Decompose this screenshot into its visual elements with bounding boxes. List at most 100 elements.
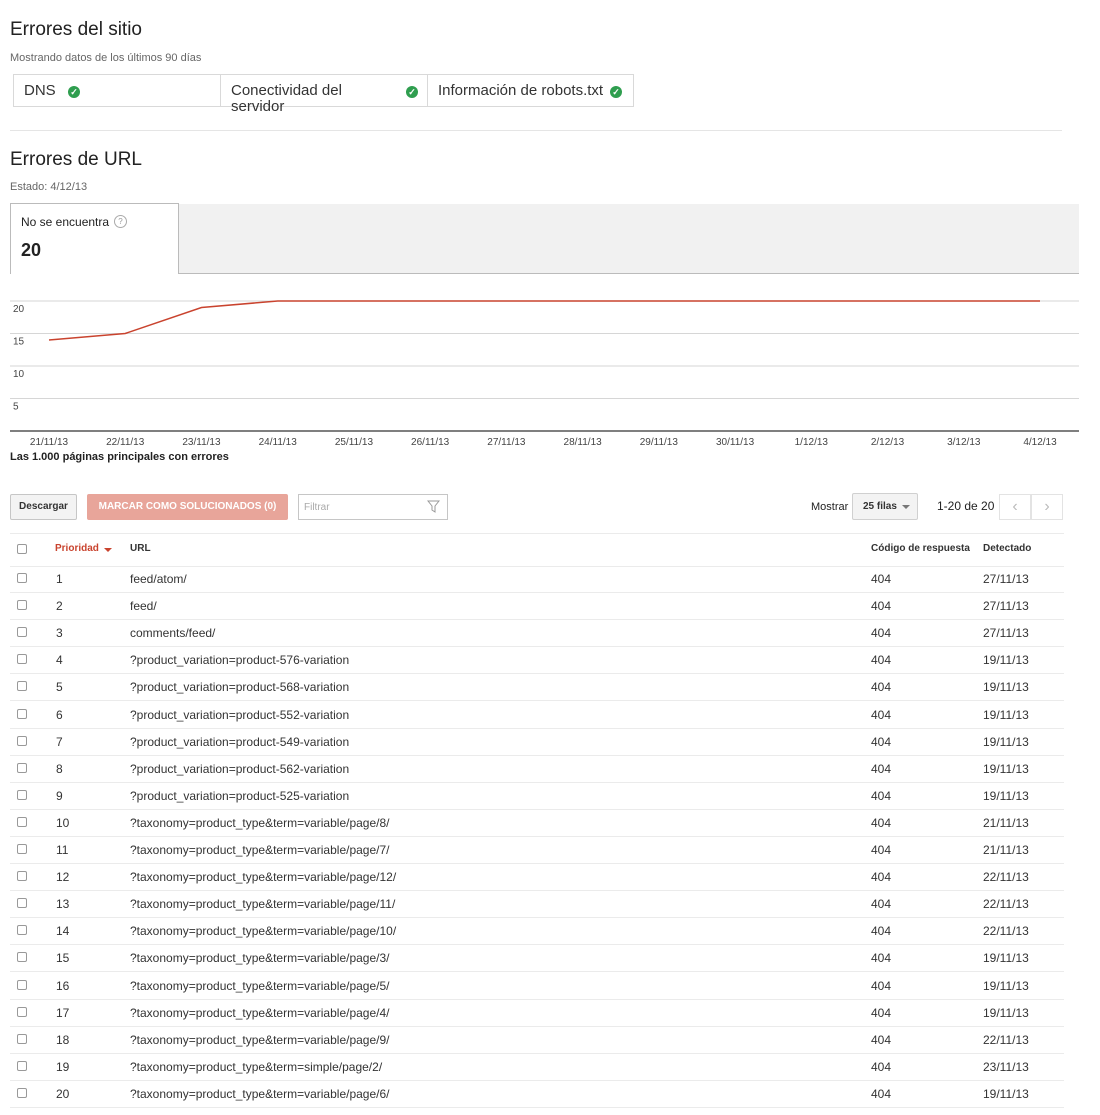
chart-x-tick-label: 26/11/13	[411, 437, 450, 448]
response-code-column-header[interactable]: Código de respuesta	[871, 543, 970, 554]
row-url[interactable]: ?taxonomy=product_type&term=variable/pag…	[130, 924, 396, 938]
filter-input-box[interactable]: Filtrar	[298, 494, 448, 520]
row-url[interactable]: ?taxonomy=product_type&term=variable/pag…	[130, 979, 390, 993]
row-checkbox[interactable]	[17, 573, 27, 583]
row-detected-date: 19/11/13	[983, 951, 1029, 966]
table-row[interactable]: 10 ?taxonomy=product_type&term=variable/p…	[10, 809, 1064, 837]
detected-column-header[interactable]: Detectado	[983, 543, 1031, 554]
table-row[interactable]: 11 ?taxonomy=product_type&term=variable/p…	[10, 836, 1064, 864]
table-row[interactable]: 14 ?taxonomy=product_type&term=variable/p…	[10, 917, 1064, 946]
next-page-button[interactable]: ›	[1031, 494, 1063, 520]
row-checkbox[interactable]	[17, 789, 27, 800]
row-url[interactable]: ?product_variation=product-549-variation	[130, 735, 349, 749]
table-row[interactable]: 13 ?taxonomy=product_type&term=variable/p…	[10, 890, 1064, 919]
tab-not-found[interactable]: No se encuentra ? 20	[10, 203, 179, 274]
row-url[interactable]: ?taxonomy=product_type&term=variable/pag…	[130, 843, 390, 857]
table-row[interactable]: 18 ?taxonomy=product_type&term=variable/p…	[10, 1026, 1064, 1054]
row-url[interactable]: ?product_variation=product-568-variation	[130, 680, 349, 694]
mark-as-fixed-button[interactable]: MARCAR COMO SOLUCIONADOS (0)	[87, 494, 288, 520]
row-detected-date: 22/11/13	[983, 1032, 1029, 1047]
row-checkbox[interactable]	[17, 871, 27, 882]
row-checkbox[interactable]	[17, 708, 27, 719]
help-icon[interactable]: ?	[114, 215, 127, 228]
row-url[interactable]: ?taxonomy=product_type&term=variable/pag…	[130, 870, 396, 884]
table-row[interactable]: 4 ?product_variation=product-576-variatio…	[10, 646, 1064, 675]
row-url[interactable]: feed/	[130, 599, 157, 613]
check-icon: ✓	[610, 86, 622, 98]
table-row[interactable]: 17 ?taxonomy=product_type&term=variable/p…	[10, 999, 1064, 1027]
row-url[interactable]: ?taxonomy=product_type&term=variable/pag…	[130, 1006, 390, 1020]
chart-y-tick-label: 15	[13, 337, 25, 348]
row-url[interactable]: ?taxonomy=product_type&term=variable/pag…	[130, 897, 395, 911]
table-row[interactable]: 8 ?product_variation=product-562-variatio…	[10, 755, 1064, 783]
row-url[interactable]: ?product_variation=product-525-variation	[130, 789, 349, 803]
row-checkbox[interactable]	[17, 762, 27, 773]
row-detected-date: 19/11/13	[983, 653, 1029, 668]
download-button[interactable]: Descargar	[10, 494, 77, 520]
chart-y-tick-label: 10	[13, 369, 25, 380]
table-row[interactable]: 20 ?taxonomy=product_type&term=variable/p…	[10, 1080, 1064, 1108]
chart-x-tick-label: 23/11/13	[182, 437, 221, 448]
row-checkbox[interactable]	[17, 1060, 27, 1071]
row-url[interactable]: comments/feed/	[130, 626, 215, 640]
filter-icon[interactable]	[427, 500, 440, 513]
rows-per-page-select[interactable]: 25 filas	[852, 493, 918, 520]
row-checkbox[interactable]	[17, 600, 27, 611]
chart-x-tick-label: 3/12/13	[947, 437, 981, 448]
dns-status[interactable]: DNS ✓	[13, 74, 221, 107]
table-row[interactable]: 1 feed/atom/404 27/11/13	[10, 565, 1064, 593]
row-checkbox[interactable]	[17, 952, 27, 963]
row-priority: 18	[56, 1032, 70, 1047]
url-errors-status: Estado: 4/12/13	[10, 181, 88, 193]
row-response-code: 404	[871, 978, 892, 993]
row-priority: 20	[56, 1086, 70, 1101]
table-row[interactable]: 16 ?taxonomy=product_type&term=variable/p…	[10, 972, 1064, 1000]
table-row[interactable]: 19 ?taxonomy=product_type&term=simple/pag…	[10, 1053, 1064, 1081]
row-url[interactable]: ?product_variation=product-552-variation	[130, 708, 349, 722]
select-all-checkbox[interactable]	[17, 544, 27, 554]
table-row[interactable]: 2 feed/404 27/11/13	[10, 592, 1064, 621]
table-row[interactable]: 6 ?product_variation=product-552-variatio…	[10, 701, 1064, 729]
row-url[interactable]: ?product_variation=product-576-variation	[130, 653, 349, 667]
row-checkbox[interactable]	[17, 627, 27, 638]
filter-input[interactable]: Filtrar	[304, 502, 330, 513]
table-row[interactable]: 15 ?taxonomy=product_type&term=variable/p…	[10, 944, 1064, 973]
row-checkbox[interactable]	[17, 1033, 27, 1044]
row-url[interactable]: ?taxonomy=product_type&term=variable/pag…	[130, 1033, 390, 1047]
row-url[interactable]: ?taxonomy=product_type&term=variable/pag…	[130, 816, 390, 830]
priority-column-header[interactable]: Prioridad	[55, 543, 99, 554]
row-checkbox[interactable]	[17, 925, 27, 936]
row-checkbox[interactable]	[17, 979, 27, 990]
row-url[interactable]: feed/atom/	[130, 572, 187, 586]
row-detected-date: 19/11/13	[983, 734, 1029, 749]
table-row[interactable]: 7 ?product_variation=product-549-variatio…	[10, 728, 1064, 756]
row-url[interactable]: ?taxonomy=product_type&term=variable/pag…	[130, 951, 390, 965]
row-url[interactable]: ?taxonomy=product_type&term=variable/pag…	[130, 1087, 390, 1101]
table-row[interactable]: 12 ?taxonomy=product_type&term=variable/p…	[10, 863, 1064, 892]
row-checkbox[interactable]	[17, 654, 27, 665]
row-detected-date: 27/11/13	[983, 572, 1029, 586]
url-errors-title: Errores de URL	[10, 149, 142, 170]
table-row[interactable]: 9 ?product_variation=product-525-variatio…	[10, 782, 1064, 810]
row-checkbox[interactable]	[17, 898, 27, 909]
row-url[interactable]: ?taxonomy=product_type&term=simple/page/…	[130, 1060, 382, 1074]
row-url[interactable]: ?product_variation=product-562-variation	[130, 762, 349, 776]
chart-x-tick-label: 28/11/13	[564, 437, 603, 448]
sort-desc-icon[interactable]	[104, 548, 112, 552]
chart-grid	[10, 300, 1079, 432]
row-checkbox[interactable]	[17, 1087, 27, 1098]
site-errors-subtitle: Mostrando datos de los últimos 90 días	[10, 52, 202, 64]
row-checkbox[interactable]	[17, 816, 27, 827]
prev-page-button[interactable]: ‹	[999, 494, 1031, 520]
table-row[interactable]: 5 ?product_variation=product-568-variatio…	[10, 673, 1064, 702]
robots-status[interactable]: Información de robots.txt ✓	[427, 74, 634, 107]
table-row[interactable]: 3 comments/feed/404 27/11/13	[10, 619, 1064, 648]
row-checkbox[interactable]	[17, 681, 27, 692]
row-checkbox[interactable]	[17, 1006, 27, 1017]
rows-per-page-value: 25 filas	[863, 501, 897, 512]
row-checkbox[interactable]	[17, 844, 27, 854]
server-connectivity-status[interactable]: Conectividad del servidor ✓	[220, 74, 428, 115]
row-checkbox[interactable]	[17, 735, 27, 746]
check-icon: ✓	[68, 86, 80, 98]
url-column-header[interactable]: URL	[130, 543, 151, 554]
